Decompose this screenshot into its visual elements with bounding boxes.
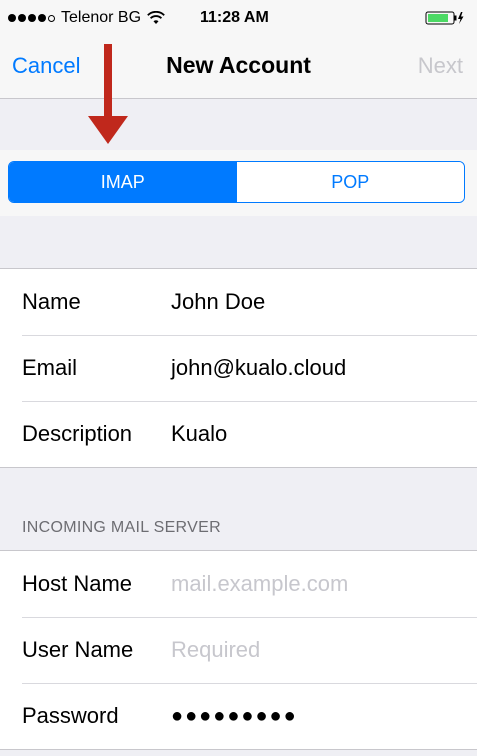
name-row[interactable]: Name John Doe <box>0 269 477 335</box>
user-name-row[interactable]: User Name Required <box>0 617 477 683</box>
user-name-field[interactable]: Required <box>171 637 260 663</box>
name-field[interactable]: John Doe <box>171 289 265 315</box>
page-title: New Account <box>166 52 311 78</box>
email-row[interactable]: Email john@kualo.cloud <box>0 335 477 401</box>
new-account-screen: Telenor BG 11:28 AM Cancel New Account N… <box>0 0 477 756</box>
arrow-down-icon <box>88 44 128 144</box>
segment-imap[interactable]: IMAP <box>9 162 237 202</box>
signal-strength-icon <box>8 14 55 22</box>
email-label: Email <box>22 355 78 380</box>
incoming-server-group: Host Name mail.example.com User Name Req… <box>0 550 477 750</box>
segment-pop[interactable]: POP <box>236 162 464 202</box>
host-name-row[interactable]: Host Name mail.example.com <box>0 551 477 617</box>
email-field[interactable]: john@kualo.cloud <box>171 355 346 381</box>
account-type-segmented-control: IMAP POP <box>8 161 465 203</box>
user-name-label: User Name <box>22 637 134 662</box>
status-bar: Telenor BG 11:28 AM <box>0 0 477 36</box>
status-time: 11:28 AM <box>200 9 269 26</box>
account-type-section: IMAP POP <box>0 150 477 216</box>
wifi-icon <box>147 11 165 24</box>
incoming-mail-server-header: INCOMING MAIL SERVER <box>22 519 221 536</box>
account-info-group: Name John Doe Email john@kualo.cloud Des… <box>0 268 477 468</box>
name-label: Name <box>22 289 81 314</box>
host-name-label: Host Name <box>22 571 133 596</box>
carrier-name: Telenor BG <box>61 9 142 26</box>
host-name-field[interactable]: mail.example.com <box>171 571 348 597</box>
description-row[interactable]: Description Kualo <box>0 401 477 467</box>
description-label: Description <box>22 421 133 446</box>
password-field[interactable]: ●●●●●●●●● <box>171 705 298 728</box>
description-field[interactable]: Kualo <box>171 421 227 447</box>
next-button[interactable]: Next <box>418 53 463 79</box>
battery-charging-icon <box>425 11 464 25</box>
password-row[interactable]: Password ●●●●●●●●● <box>0 683 477 749</box>
password-label: Password <box>22 703 119 728</box>
navigation-bar: Cancel New Account Next <box>0 36 477 99</box>
status-bar-left: Telenor BG <box>8 9 165 27</box>
